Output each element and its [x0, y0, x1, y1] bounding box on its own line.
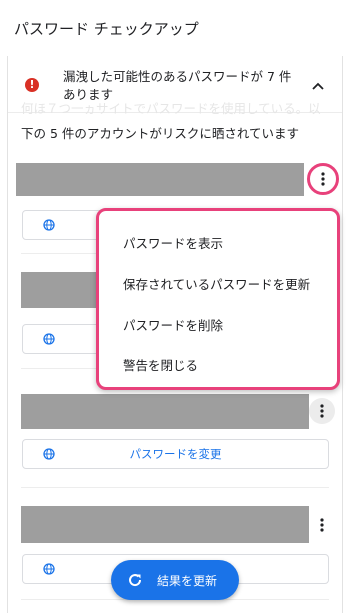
alert-text: 漏洩した可能性のあるパスワードが 7 件あります: [63, 69, 292, 102]
more-vert-icon: [320, 404, 324, 418]
more-options-button-3[interactable]: [309, 398, 335, 424]
page-title: パスワード チェックアップ: [14, 19, 199, 38]
refresh-results-label: 結果を更新: [157, 574, 218, 588]
more-options-button-1[interactable]: [307, 163, 339, 195]
change-password-label: パスワードを変更: [129, 447, 222, 461]
faded-description: 何ほ７つ一ヵサイトでパスワードを使用している。以: [21, 101, 321, 116]
more-vert-icon: [320, 518, 324, 532]
error-icon: !: [25, 78, 39, 92]
risk-description: 下の 5 件のアカウントがリスクに晒されています: [21, 126, 300, 141]
refresh-icon: [129, 574, 142, 587]
app-header: パスワード チェックアップ: [0, 0, 350, 56]
menu-item-update-saved-password[interactable]: 保存されているパスワードを更新: [123, 274, 310, 293]
redacted-account-4: [21, 506, 309, 543]
redacted-account-1: [16, 163, 304, 196]
divider: [21, 487, 329, 488]
redacted-account-3: [21, 394, 309, 429]
account-options-menu: パスワードを表示 保存されているパスワードを更新 パスワードを削除 警告を閉じる: [96, 208, 340, 390]
menu-item-delete-password[interactable]: パスワードを削除: [123, 315, 223, 334]
more-vert-icon: [321, 172, 325, 186]
menu-item-dismiss-warning[interactable]: 警告を閉じる: [123, 355, 198, 374]
refresh-results-button[interactable]: 結果を更新: [111, 560, 239, 600]
change-password-button-3[interactable]: パスワードを変更: [22, 439, 329, 469]
menu-item-show-password[interactable]: パスワードを表示: [123, 233, 223, 252]
chevron-up-icon[interactable]: [308, 76, 328, 96]
more-options-button-4[interactable]: [309, 512, 335, 538]
